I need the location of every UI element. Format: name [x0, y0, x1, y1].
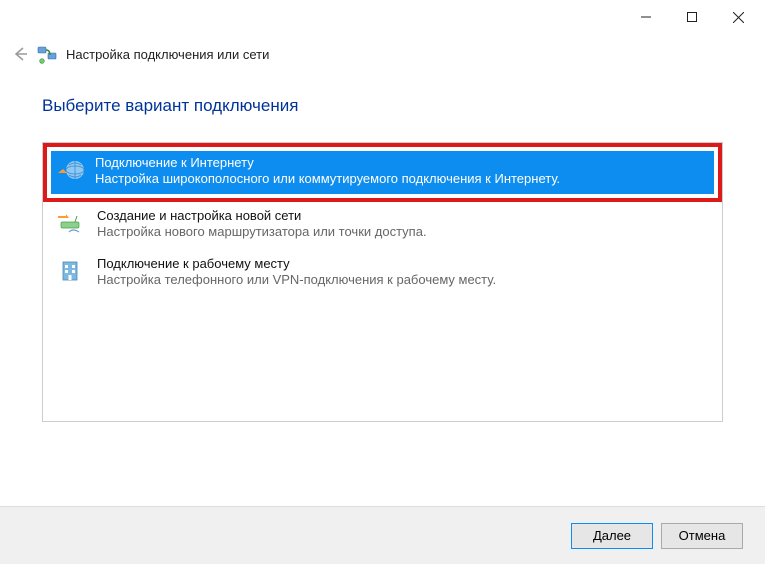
option-setup-new-network[interactable]: Создание и настройка новой сети Настройк… [43, 202, 722, 251]
minimize-button[interactable] [623, 6, 669, 28]
building-icon [55, 256, 85, 286]
option-desc: Настройка нового маршрутизатора или точк… [97, 224, 427, 240]
network-wizard-icon [36, 43, 58, 65]
option-desc: Настройка телефонного или VPN-подключени… [97, 272, 496, 288]
titlebar [0, 0, 765, 32]
content: Выберите вариант подключения Подключение… [0, 78, 765, 422]
option-connect-internet[interactable]: Подключение к Интернету Настройка широко… [51, 151, 714, 194]
option-connect-workplace[interactable]: Подключение к рабочему месту Настройка т… [43, 250, 722, 299]
back-button[interactable] [8, 42, 32, 66]
router-icon [55, 208, 85, 238]
option-title: Подключение к Интернету [95, 155, 560, 171]
option-title: Создание и настройка новой сети [97, 208, 427, 224]
footer: Далее Отмена [0, 506, 765, 564]
page-heading: Выберите вариант подключения [42, 96, 723, 116]
close-button[interactable] [715, 6, 761, 28]
connection-options-list: Подключение к Интернету Настройка широко… [42, 142, 723, 422]
globe-icon [57, 155, 87, 185]
window-title: Настройка подключения или сети [66, 47, 269, 62]
header: Настройка подключения или сети [0, 32, 765, 78]
maximize-button[interactable] [669, 6, 715, 28]
next-button[interactable]: Далее [571, 523, 653, 549]
option-desc: Настройка широкополосного или коммутируе… [95, 171, 560, 187]
option-title: Подключение к рабочему месту [97, 256, 496, 272]
cancel-button[interactable]: Отмена [661, 523, 743, 549]
highlight-annotation: Подключение к Интернету Настройка широко… [43, 143, 722, 202]
